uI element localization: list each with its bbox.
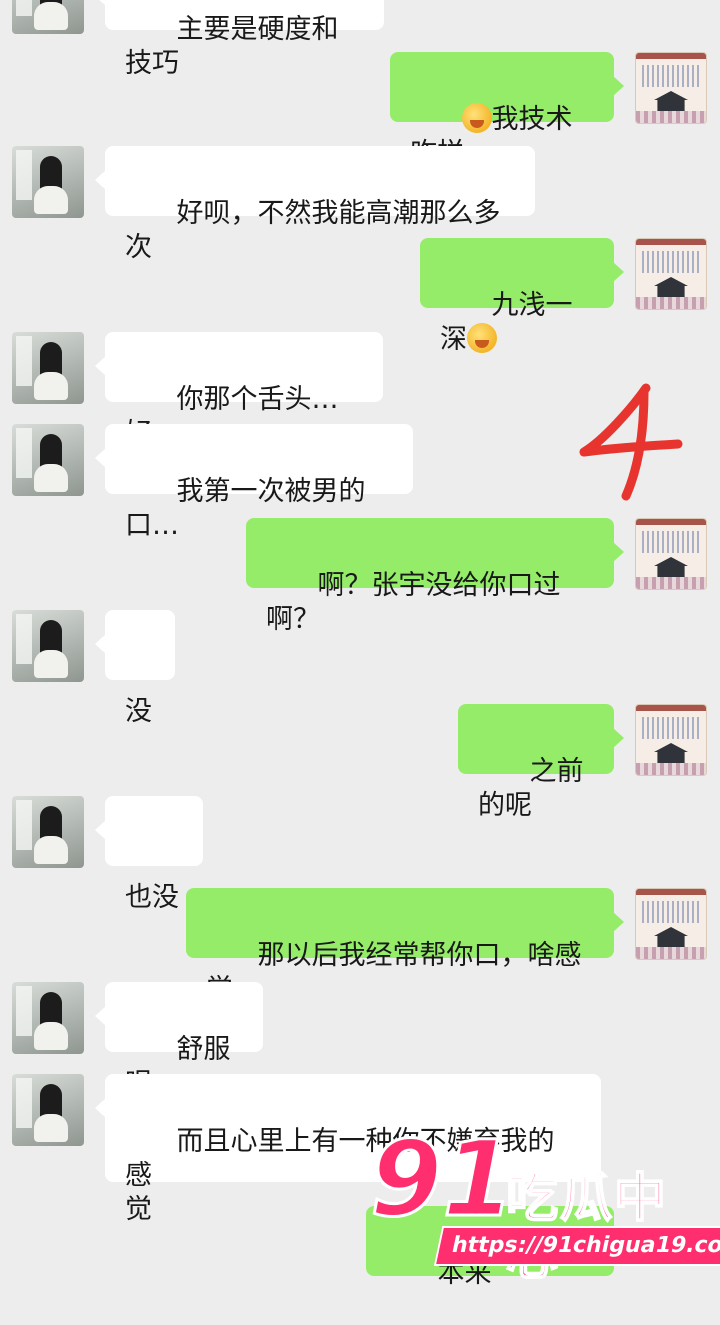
message-bubble[interactable]: 也没 bbox=[95, 796, 203, 913]
self-avatar[interactable] bbox=[635, 704, 707, 776]
contact-avatar[interactable] bbox=[12, 1074, 84, 1146]
message-bubble[interactable]: 九浅一深 bbox=[420, 238, 624, 355]
chat-conversation: 主要是硬度和技巧 我技术咋样 好呗，不然我能高潮那么多次 九浅一深 bbox=[0, 0, 720, 1289]
message-text: 没 bbox=[125, 696, 152, 727]
message-text: 主要是硬度和技巧 bbox=[125, 14, 339, 79]
message-bubble[interactable]: 舒服呗… bbox=[95, 982, 263, 1099]
contact-avatar[interactable] bbox=[12, 610, 84, 682]
message-text: 也没 bbox=[125, 882, 179, 913]
message-text: 之前的呢 bbox=[478, 756, 584, 821]
message-text: 九浅一深 bbox=[440, 290, 573, 355]
contact-avatar[interactable] bbox=[12, 796, 84, 868]
contact-avatar[interactable] bbox=[12, 146, 84, 218]
message-bubble[interactable]: 主要是硬度和技巧 bbox=[95, 0, 384, 79]
message-bubble[interactable]: 你那个舌头…好… bbox=[95, 332, 383, 449]
message-bubble[interactable]: 我第一次被男的口… bbox=[95, 424, 413, 541]
watermark-url: https://91chigua19.com bbox=[433, 1226, 720, 1266]
message-bubble[interactable]: 好呗，不然我能高潮那么多次 bbox=[95, 146, 535, 263]
message-bubble[interactable]: 那以后我经常帮你口，啥感觉 bbox=[186, 888, 624, 1005]
message-bubble[interactable]: 之前的呢 bbox=[458, 704, 624, 821]
watermark-number: 91 bbox=[369, 1118, 517, 1240]
self-avatar[interactable] bbox=[635, 238, 707, 310]
self-avatar[interactable] bbox=[635, 888, 707, 960]
message-bubble[interactable]: 啊？张宇没给你口过啊？ bbox=[246, 518, 624, 635]
grinning-hand-over-mouth-emoji-icon bbox=[461, 103, 492, 133]
self-avatar[interactable] bbox=[635, 518, 707, 590]
contact-avatar[interactable] bbox=[12, 0, 84, 34]
self-avatar[interactable] bbox=[635, 52, 707, 124]
message-bubble[interactable]: 没 bbox=[95, 610, 175, 727]
contact-avatar[interactable] bbox=[12, 332, 84, 404]
watermark-logo: 91 吃瓜中心 https://91chigua19.com bbox=[366, 1118, 720, 1287]
message-text: 啊？张宇没给你口过啊？ bbox=[266, 570, 561, 635]
grinning-hand-over-mouth-emoji-icon bbox=[467, 323, 497, 353]
contact-avatar[interactable] bbox=[12, 424, 84, 496]
handwritten-number-annotation: 4 bbox=[574, 378, 683, 501]
message-bubble[interactable]: 我技术咋样 bbox=[390, 52, 624, 169]
annotation-text: 4 bbox=[574, 378, 575, 379]
contact-avatar[interactable] bbox=[12, 982, 84, 1054]
